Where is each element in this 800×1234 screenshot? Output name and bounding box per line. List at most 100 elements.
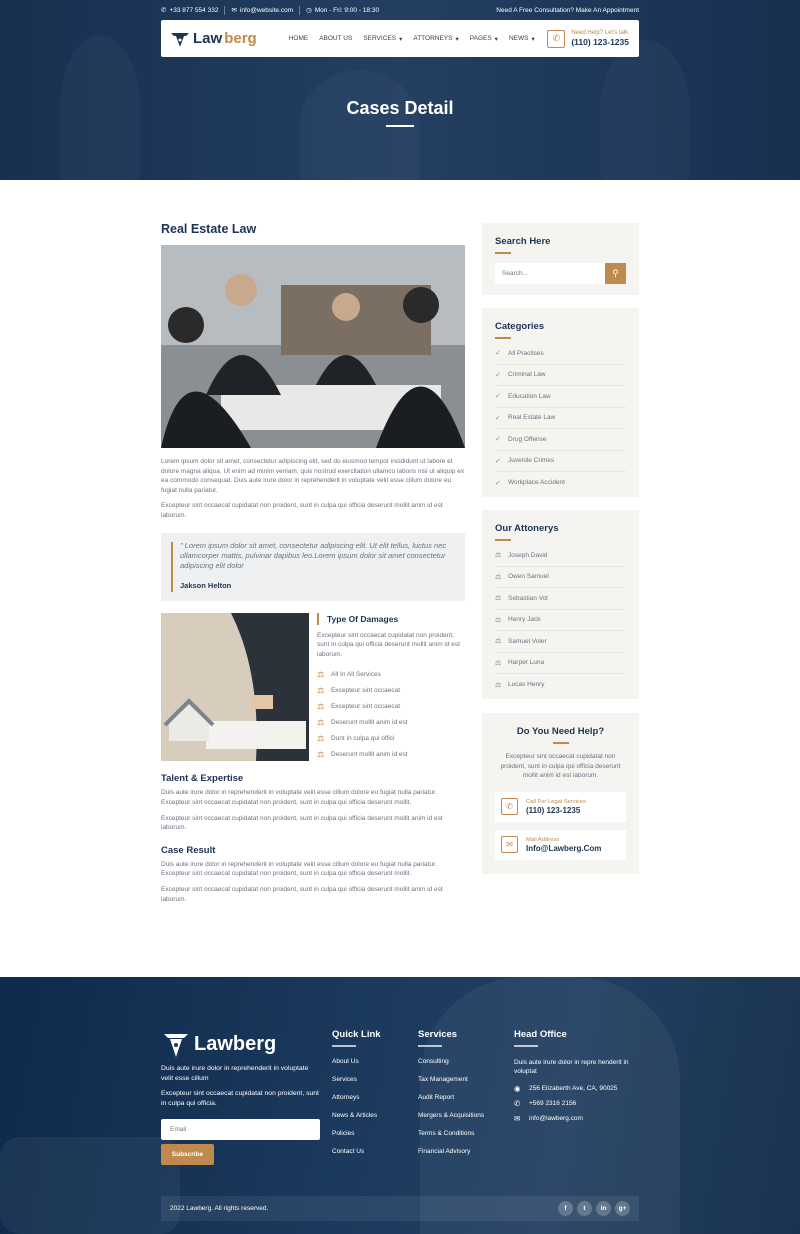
topbar-phone[interactable]: ✆ +33 877 554 332 (161, 6, 218, 15)
topbar-cta[interactable]: Need A Free Consultation? Make An Appoin… (496, 7, 639, 14)
gavel-icon: ⚖ (495, 638, 502, 646)
attorney-list: ⚖ Joseph David ⚖ Owen Samuel ⚖ Sebastian Vo… (495, 545, 626, 696)
newsletter-email-input[interactable] (161, 1119, 320, 1140)
footer-link[interactable]: Policies (332, 1130, 381, 1148)
damages-description: Excepteur sint occaecat cupidatat non pr… (317, 631, 460, 658)
footer-link[interactable]: Tax Management (418, 1076, 484, 1094)
office-address-text: 256 Elizaberth Ave, CA, 90025 (529, 1085, 618, 1093)
category-item[interactable]: ✓ All Practises (495, 343, 626, 365)
facebook-icon[interactable]: f (558, 1201, 573, 1216)
footer-link[interactable]: News & Articles (332, 1112, 381, 1130)
phone-icon: ✆ (161, 7, 167, 14)
footer-heading: Quick Link (332, 1029, 381, 1040)
category-item[interactable]: ✓ Criminal Law (495, 365, 626, 386)
quote-author: Jakson Helton (180, 580, 232, 590)
footer-link[interactable]: Audit Report (418, 1094, 484, 1112)
category-item[interactable]: ✓ Workplace Accident (495, 472, 626, 494)
attorney-item[interactable]: ⚖ Sebastian Vol (495, 588, 626, 610)
call-label: Call For Legal Services (526, 798, 586, 805)
office-phone[interactable]: ✆ +569 2316 2156 (514, 1097, 639, 1111)
damages-section: Type Of Damages Excepteur sint occaecat … (161, 612, 465, 763)
topbar-email[interactable]: ✉ info@website.com (231, 6, 293, 15)
heading-underline (514, 1045, 538, 1047)
category-item[interactable]: ✓ Real Estate Law (495, 408, 626, 429)
article: Real Estate Law Lorem ipsum dolor sit am… (161, 222, 465, 904)
attorney-name: Henry Jack (508, 616, 541, 624)
category-item[interactable]: ✓ Drug Offense (495, 429, 626, 451)
call-card[interactable]: ✆ Call For Legal Services (110) 123-1235 (495, 791, 626, 822)
nav-label: SERVICES (363, 35, 397, 42)
help-description: Excepteur sint occaecat cupidatat non pr… (500, 753, 621, 780)
help-label: Need Help? Let's talk (571, 30, 629, 36)
footer-link[interactable]: Mergers & Acquisitions (418, 1112, 484, 1130)
pen-nib-logo-icon (164, 1034, 188, 1057)
meeting-photo (161, 245, 465, 448)
category-label: Real Estate Law (508, 414, 556, 422)
nav-home[interactable]: HOME (289, 35, 309, 43)
gavel-icon: ⚖ (317, 669, 325, 679)
footer-about: Excepteur sint occaecat cupidatat non pr… (161, 1090, 319, 1107)
mail-card[interactable]: ✉ Mail Address Info@Lawberg.Com (495, 829, 626, 860)
category-item[interactable]: ✓ Education Law (495, 386, 626, 408)
search-button[interactable]: ⚲ (605, 263, 626, 284)
gavel-icon: ⚖ (317, 685, 325, 695)
nav-attorneys[interactable]: ATTORNEYS ▾ (413, 35, 458, 43)
category-label: Juvenile Crimes (508, 457, 555, 465)
attorney-item[interactable]: ⚖ Henry Jack (495, 610, 626, 631)
nav-label: ATTORNEYS (413, 35, 453, 42)
office-email[interactable]: ✉ info@lawberg.com (514, 1112, 639, 1126)
article-paragraph: Excepteur sint occaecat cupidatat non pr… (161, 814, 443, 832)
caret-down-icon: ▾ (455, 35, 459, 43)
site-logo[interactable]: Law berg (169, 30, 257, 48)
mail-label: Mail Address (526, 836, 560, 843)
mail-icon: ✉ (514, 1114, 521, 1124)
house-model-illustration (161, 612, 309, 761)
footer-link[interactable]: Contact Us (332, 1148, 381, 1166)
footer-link[interactable]: Terms & Conditions (418, 1130, 484, 1148)
nav-about[interactable]: ABOUT US (319, 35, 352, 43)
damages-list: ⚖ All In All Services ⚖ Excepteur sint occ… (317, 666, 465, 762)
footer-link[interactable]: Attorneys (332, 1094, 381, 1112)
article-paragraph: Duis aute irure dolor in reprehenderit i… (161, 789, 437, 806)
topbar-hours: ◷ Mon - Fri: 9:00 - 18:30 (306, 6, 379, 15)
divider (299, 5, 301, 15)
nav-news[interactable]: NEWS ▾ (509, 35, 535, 43)
nav-pages[interactable]: PAGES ▾ (470, 35, 498, 43)
footer-link[interactable]: Consulting (418, 1058, 484, 1076)
search-input[interactable] (495, 263, 605, 284)
nav-help[interactable]: ✆ Need Help? Let's talk (110) 123-1235 (547, 29, 629, 48)
attorney-item[interactable]: ⚖ Lucas Henry (495, 674, 626, 696)
gavel-icon: ⚖ (495, 573, 502, 581)
attorney-item[interactable]: ⚖ Owen Samuel (495, 567, 626, 588)
caret-down-icon: ▾ (531, 35, 535, 43)
nav-services[interactable]: SERVICES ▾ (363, 35, 402, 43)
topbar-cta-text: Need A Free Consultation? Make An Appoin… (496, 6, 639, 14)
footer-link[interactable]: About Us (332, 1058, 381, 1076)
attorney-name: Sebastian Vol (508, 594, 548, 602)
damages-title: Type Of Damages (317, 612, 465, 625)
title-underline (386, 125, 414, 127)
list-item-label: Deserunt mollit anim id est (331, 750, 408, 758)
heading-underline (418, 1045, 442, 1047)
check-icon: ✓ (495, 479, 501, 487)
footer-link[interactable]: Services (332, 1076, 381, 1094)
quick-links: Quick Link About Us Services Attorneys N… (332, 1029, 381, 1167)
footer-link[interactable]: Financial Advisory (418, 1148, 484, 1166)
footer-heading: Head Office (514, 1029, 567, 1040)
category-item[interactable]: ✓ Juvenile Crimes (495, 451, 626, 472)
google-plus-icon[interactable]: g+ (615, 1201, 630, 1216)
gavel-icon: ⚖ (495, 659, 502, 667)
attorney-item[interactable]: ⚖ Joseph David (495, 545, 626, 567)
office-email-text: info@lawberg.com (529, 1115, 583, 1123)
list-item: ⚖ Deserunt mollit anim id est (317, 746, 465, 762)
footer-logo-text: Lawberg (194, 1032, 277, 1055)
footer-logo[interactable]: Lawberg (161, 1030, 276, 1058)
twitter-icon[interactable]: t (577, 1201, 592, 1216)
gavel-icon: ⚖ (495, 681, 502, 689)
attorney-item[interactable]: ⚖ Samuel Voler (495, 631, 626, 653)
attorney-name: Owen Samuel (508, 573, 549, 581)
subscribe-button[interactable]: Subscribe (161, 1144, 214, 1165)
linkedin-icon[interactable]: in (596, 1201, 611, 1216)
article-paragraph: Excepteur sint occaecat cupidatat non pr… (161, 885, 443, 903)
attorney-item[interactable]: ⚖ Harper Luna (495, 653, 626, 674)
